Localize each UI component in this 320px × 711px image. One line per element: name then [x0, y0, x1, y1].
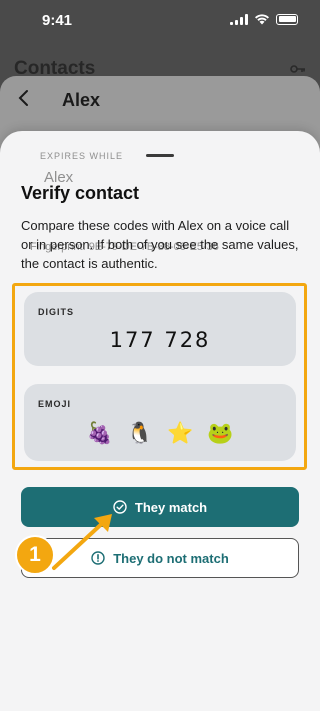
sheet-title: Verify contact — [21, 183, 140, 203]
emoji-label: EMOJI — [38, 399, 72, 409]
status-time: 9:41 — [42, 12, 73, 29]
sheet-description: Compare these codes with Alex on a voice… — [21, 218, 299, 271]
emoji-card: EMOJI 🍇 🐧 ⭐ 🐸 — [24, 384, 296, 461]
they-match-button[interactable]: They match — [21, 487, 299, 527]
digits-card: DIGITS 177 728 — [24, 292, 296, 366]
battery-icon — [276, 13, 298, 25]
status-bar: 9:41 — [0, 0, 320, 44]
they-match-label: They match — [134, 499, 208, 515]
frog-emoji: 🐸 — [207, 422, 234, 445]
star-emoji: ⭐ — [167, 422, 194, 445]
back-icon[interactable] — [16, 88, 30, 108]
grapes-emoji: 🍇 — [86, 422, 113, 445]
contact-name: Alex — [62, 90, 101, 110]
step-badge: 1 — [15, 535, 55, 575]
verify-sheet: EXPIRES WHILE Alex Fingerprint: 9E-79-DE… — [0, 131, 320, 711]
digits-value: 177 728 — [109, 328, 211, 352]
status-icons — [230, 13, 298, 25]
signal-icon — [230, 13, 248, 25]
penguin-emoji: 🐧 — [126, 422, 153, 445]
wifi-icon — [255, 14, 269, 25]
they-do-not-match-button[interactable]: They do not match — [21, 538, 299, 578]
they-do-not-match-label: They do not match — [113, 550, 229, 566]
sheet-grabber[interactable] — [146, 154, 174, 157]
key-icon — [290, 65, 305, 73]
alert-circle-icon — [91, 551, 105, 565]
ghost-label: EXPIRES WHILE — [40, 151, 124, 161]
check-circle-icon — [113, 500, 127, 514]
emoji-row: 🍇 🐧 ⭐ 🐸 — [24, 422, 296, 446]
digits-label: DIGITS — [38, 307, 75, 317]
